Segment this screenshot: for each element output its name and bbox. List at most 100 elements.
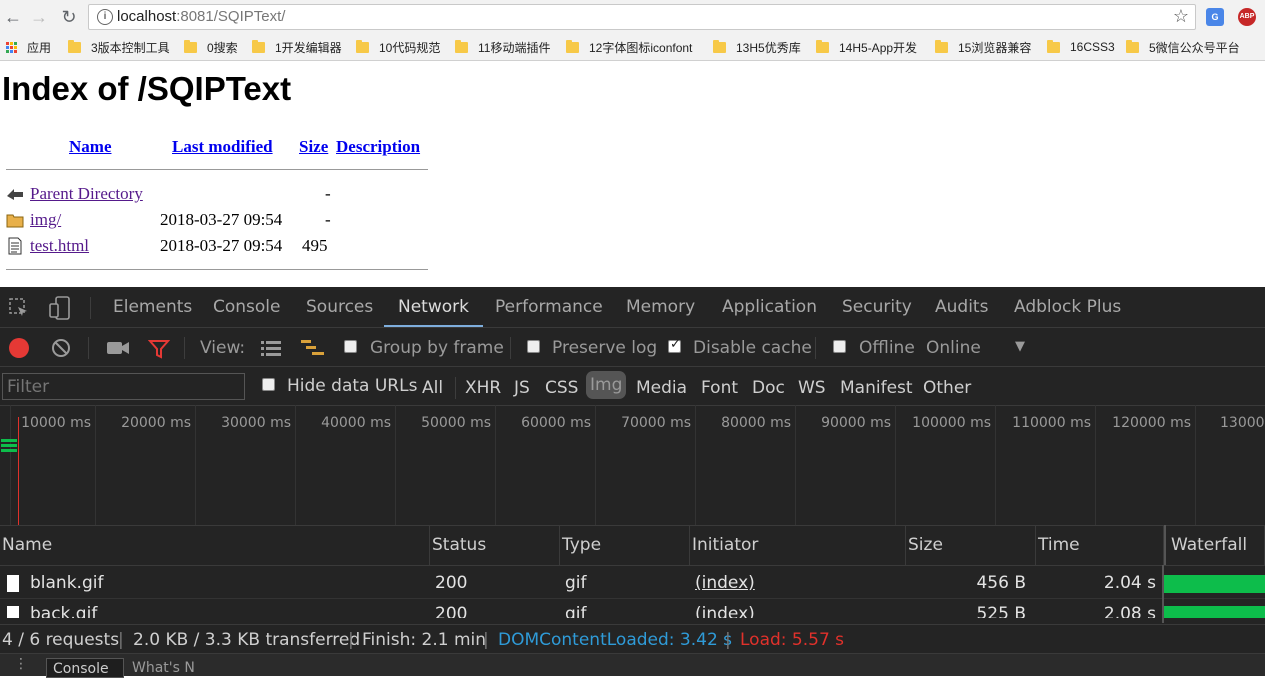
column-header-size[interactable]: Size [906, 525, 1036, 565]
filter-type-img[interactable]: Img [586, 371, 627, 399]
column-header-status[interactable]: Status [430, 525, 560, 565]
bookmark-item[interactable]: 11移动端插件 [455, 38, 550, 56]
parent-directory-link[interactable]: Parent Directory [30, 184, 143, 204]
request-name: blank.gif [30, 573, 104, 593]
group-by-frame-checkbox[interactable] [344, 340, 357, 353]
hide-data-urls-checkbox[interactable] [262, 378, 275, 391]
drawer-tab-whats-new[interactable]: What's N [132, 660, 195, 676]
bookmark-item[interactable]: 16CSS3 [1047, 38, 1115, 56]
bookmark-item[interactable]: 5微信公众号平台 [1126, 38, 1240, 56]
disable-cache-checkbox[interactable] [668, 337, 681, 353]
inspect-element-icon[interactable] [8, 297, 30, 319]
column-header-initiator[interactable]: Initiator [690, 525, 906, 565]
tab-audits[interactable]: Audits [935, 287, 988, 327]
tab-memory[interactable]: Memory [626, 287, 695, 327]
bookmark-item[interactable]: 14H5-App开发 [816, 38, 917, 56]
column-header-last-modified[interactable]: Last modified [172, 137, 273, 157]
column-header-waterfall[interactable]: Waterfall [1164, 525, 1265, 565]
column-header-time[interactable]: Time [1036, 525, 1164, 565]
url-text[interactable]: localhost:8081/SQIPText/ [117, 8, 285, 25]
filter-type-all[interactable]: All [422, 378, 443, 398]
camera-icon[interactable] [106, 340, 130, 356]
large-rows-icon[interactable] [260, 339, 282, 357]
throttling-select[interactable]: Online [926, 338, 981, 358]
request-initiator[interactable]: (index) [695, 573, 755, 593]
tab-console[interactable]: Console [213, 287, 281, 327]
timeline-gridline [395, 405, 396, 525]
translate-extension-icon[interactable]: G [1206, 8, 1224, 26]
device-toolbar-icon[interactable] [48, 295, 72, 321]
separator [815, 337, 816, 359]
summary-domcontentloaded: DOMContentLoaded: 3.42 s [498, 630, 733, 650]
request-size: 456 B [976, 573, 1026, 593]
filter-icon[interactable] [148, 339, 170, 359]
forward-icon[interactable]: → [28, 6, 50, 28]
tab-elements[interactable]: Elements [113, 287, 192, 327]
back-icon[interactable]: ← [2, 6, 24, 28]
adblock-plus-extension-icon[interactable]: ABP [1238, 8, 1256, 26]
filter-type-doc[interactable]: Doc [752, 378, 785, 398]
separator: | [725, 630, 731, 650]
clear-icon[interactable] [51, 338, 71, 358]
separator [510, 337, 511, 359]
filter-type-media[interactable]: Media [636, 378, 687, 398]
request-row[interactable]: blank.gif 200 gif (index) 456 B 2.04 s [0, 567, 1265, 598]
column-header-name[interactable]: Name [0, 525, 430, 565]
img-folder-link[interactable]: img/ [30, 210, 61, 230]
bookmark-item[interactable]: 应用 [6, 38, 51, 56]
drawer-tab-console[interactable]: Console [46, 658, 124, 678]
folder-icon [566, 39, 579, 53]
address-bar[interactable]: i localhost:8081/SQIPText/ ☆ [88, 4, 1196, 30]
summary-requests: 4 / 6 requests [2, 630, 120, 650]
request-row[interactable]: back.gif 200 gif (index) 525 B 2.08 s [0, 598, 1265, 618]
filter-type-ws[interactable]: WS [798, 378, 826, 398]
filter-type-css[interactable]: CSS [545, 378, 578, 398]
column-header-type[interactable]: Type [560, 525, 690, 565]
info-icon[interactable]: i [97, 9, 113, 25]
filter-type-manifest[interactable]: Manifest [840, 378, 913, 398]
tab-sources[interactable]: Sources [306, 287, 373, 327]
bookmark-label: 0搜索 [207, 40, 238, 55]
column-header-size[interactable]: Size [299, 137, 328, 157]
browser-toolbar: ← → ↻ i localhost:8081/SQIPText/ ☆ G ABP [0, 0, 1265, 34]
filter-type-font[interactable]: Font [701, 378, 738, 398]
back-icon [7, 189, 23, 200]
offline-checkbox[interactable] [833, 340, 846, 353]
tab-network[interactable]: Network [384, 287, 483, 327]
tab-adblock-plus[interactable]: Adblock Plus [1014, 287, 1121, 327]
timeline-tick-label: 20000 ms [121, 415, 191, 431]
column-header-description[interactable]: Description [336, 137, 420, 157]
bookmark-label: 12字体图标iconfont [589, 40, 693, 55]
bookmark-item[interactable]: 1开发编辑器 [252, 38, 342, 56]
overview-icon[interactable] [300, 339, 326, 357]
preserve-log-checkbox[interactable] [527, 340, 540, 353]
test-html-link[interactable]: test.html [30, 236, 89, 256]
bookmark-label: 5微信公众号平台 [1149, 40, 1240, 55]
chevron-down-icon[interactable]: ▼ [1015, 339, 1025, 354]
filter-type-js[interactable]: JS [514, 378, 530, 398]
timeline-tick-label: 60000 ms [521, 415, 591, 431]
separator [88, 337, 89, 359]
offline-label: Offline [859, 338, 915, 358]
request-initiator[interactable]: (index) [695, 604, 755, 618]
bookmark-item[interactable]: 3版本控制工具 [68, 38, 170, 56]
bookmark-item[interactable]: 10代码规范 [356, 38, 440, 56]
bookmark-item[interactable]: 0搜索 [184, 38, 238, 56]
column-header-name[interactable]: Name [69, 137, 111, 157]
tab-security[interactable]: Security [842, 287, 912, 327]
devtools-panel: Elements Console Sources Network Performance… [0, 287, 1265, 678]
tab-application[interactable]: Application [722, 287, 817, 327]
bookmark-item[interactable]: 13H5优秀库 [713, 38, 801, 56]
bookmark-item[interactable]: 12字体图标iconfont [566, 38, 692, 56]
record-icon[interactable] [9, 338, 29, 358]
filter-type-xhr[interactable]: XHR [465, 378, 501, 398]
bookmark-star-icon[interactable]: ☆ [1173, 6, 1189, 27]
reload-icon[interactable]: ↻ [58, 6, 80, 28]
drawer-menu-icon[interactable]: ⋮ [14, 656, 28, 672]
bookmark-item[interactable]: 15浏览器兼容 [935, 38, 1031, 56]
tab-performance[interactable]: Performance [495, 287, 603, 327]
filter-type-other[interactable]: Other [923, 378, 971, 398]
separator [184, 337, 185, 359]
filter-input[interactable] [2, 373, 245, 400]
timeline-tick-label: 90000 ms [821, 415, 891, 431]
